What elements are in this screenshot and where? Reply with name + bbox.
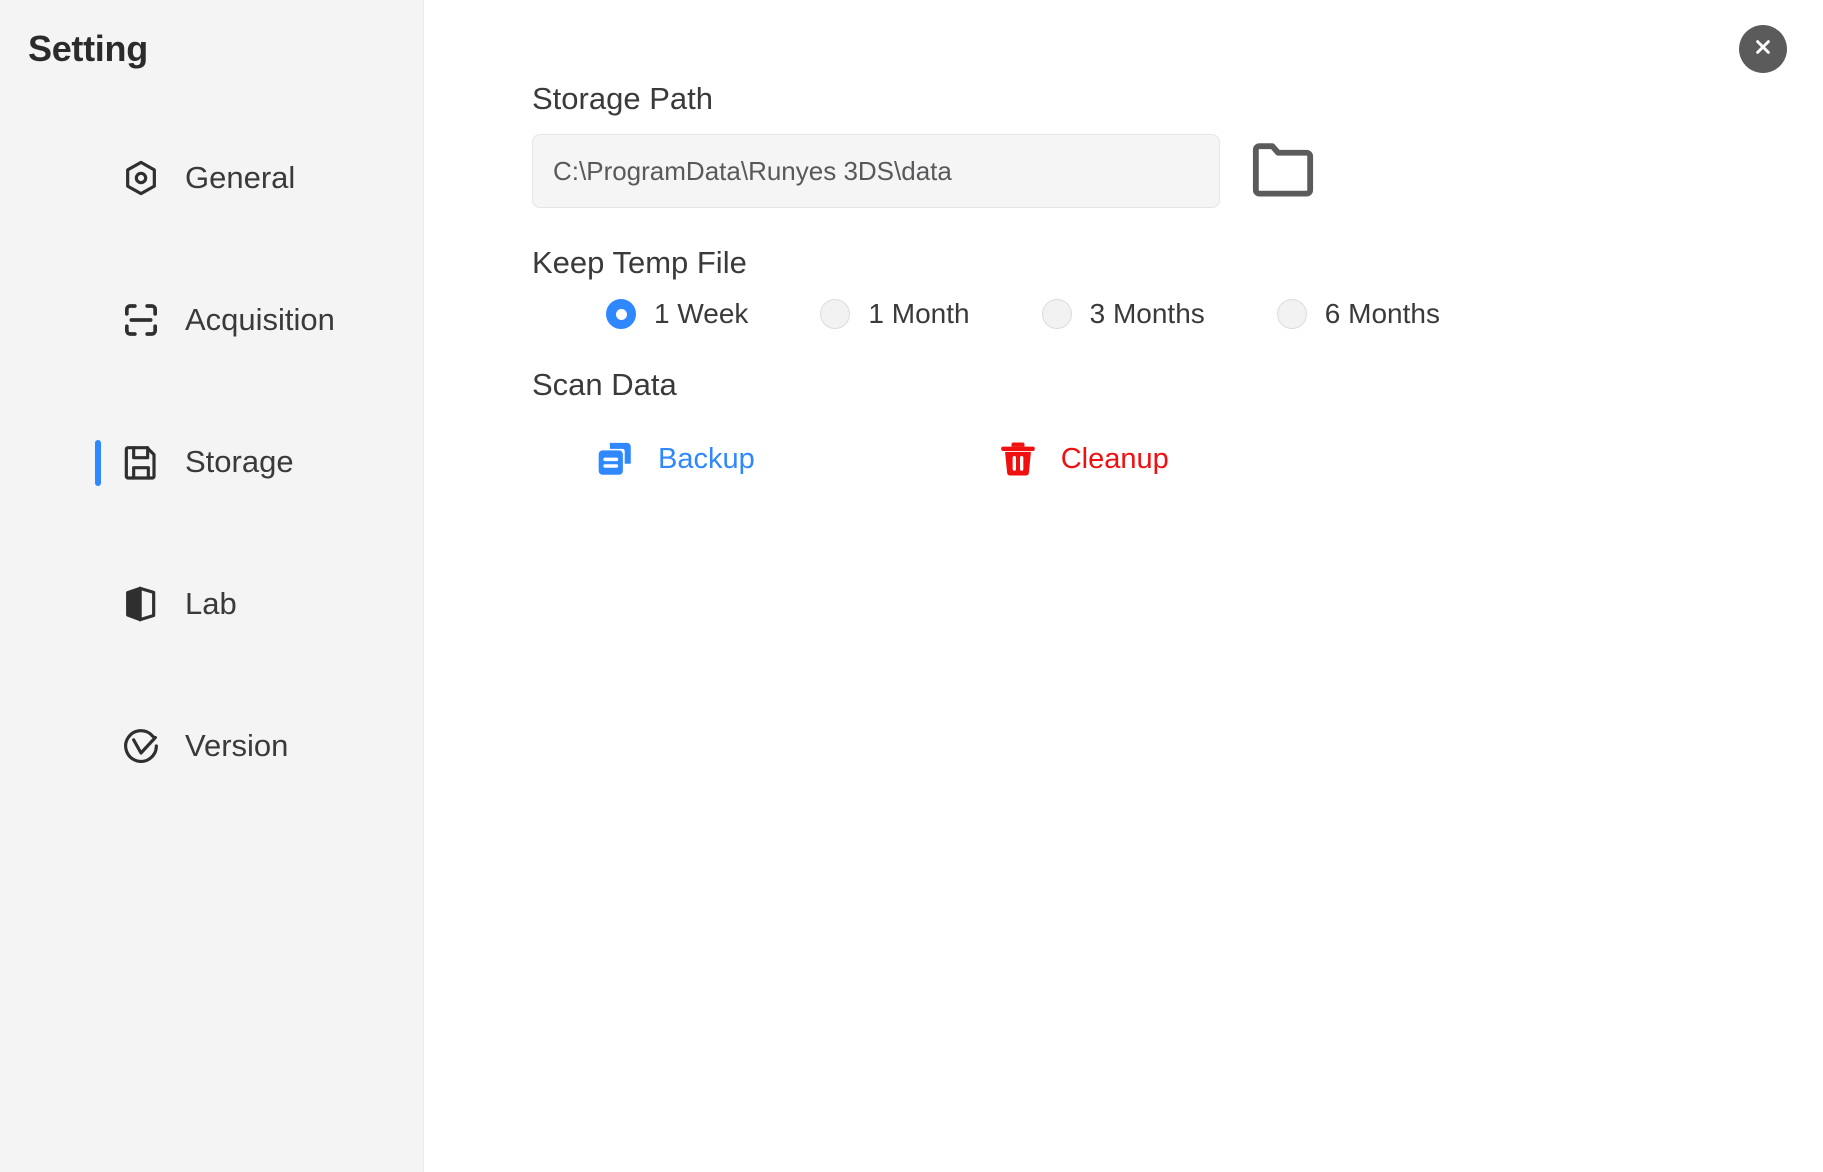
- radio-indicator-icon: [820, 299, 851, 330]
- settings-dialog: Setting General Acquisition Storage Lab …: [0, 0, 1823, 1172]
- radio-label: 1 Month: [868, 298, 970, 330]
- close-icon: [1751, 35, 1775, 64]
- hexagon-gear-icon: [119, 156, 163, 200]
- radio-label: 1 Week: [654, 298, 749, 330]
- radio-indicator-icon: [1276, 299, 1307, 330]
- cleanup-button[interactable]: Cleanup: [995, 436, 1169, 482]
- sidebar-item-storage[interactable]: Storage: [0, 432, 423, 492]
- sidebar: Setting General Acquisition Storage Lab …: [0, 0, 424, 1172]
- copy-duplicate-icon: [592, 436, 638, 482]
- radio-3-months[interactable]: 3 Months: [1041, 298, 1205, 330]
- keep-temp-file-label: Keep Temp File: [532, 245, 747, 281]
- page-title: Setting: [28, 28, 148, 69]
- radio-6-months[interactable]: 6 Months: [1276, 298, 1440, 330]
- sidebar-item-lab[interactable]: Lab: [0, 574, 423, 634]
- sidebar-item-label: Storage: [185, 444, 294, 479]
- sidebar-item-label: General: [185, 160, 296, 195]
- sidebar-item-label: Lab: [185, 586, 237, 621]
- backup-label: Backup: [658, 442, 755, 475]
- settings-content: Storage Path C:\ProgramData\Runyes 3DS\d…: [532, 81, 1712, 482]
- storage-path-label: Storage Path: [532, 81, 713, 116]
- browse-folder-button[interactable]: [1250, 134, 1334, 208]
- floppy-disk-icon: [119, 440, 163, 484]
- scan-data-actions: Backup Cleanup: [532, 436, 1712, 482]
- sidebar-item-label: Acquisition: [185, 302, 335, 337]
- cube-box-icon: [119, 582, 163, 626]
- storage-path-input[interactable]: C:\ProgramData\Runyes 3DS\data: [532, 134, 1220, 209]
- folder-icon: [1250, 141, 1316, 202]
- main-panel: Storage Path C:\ProgramData\Runyes 3DS\d…: [424, 0, 1823, 1172]
- radio-1-month[interactable]: 1 Month: [820, 298, 970, 330]
- keep-temp-file-radio-group: 1 Week 1 Month 3 Months 6 Months: [532, 298, 1712, 330]
- radio-indicator-icon: [606, 299, 636, 330]
- radio-1-week[interactable]: 1 Week: [606, 298, 748, 330]
- close-button[interactable]: [1739, 25, 1787, 73]
- sidebar-item-acquisition[interactable]: Acquisition: [0, 290, 423, 350]
- radio-label: 3 Months: [1089, 298, 1205, 330]
- sidebar-item-label: Version: [185, 728, 289, 763]
- trash-icon: [995, 436, 1041, 482]
- sidebar-nav: General Acquisition Storage Lab Version: [0, 148, 423, 858]
- backup-button[interactable]: Backup: [592, 436, 755, 482]
- sidebar-item-general[interactable]: General: [0, 148, 423, 208]
- radio-label: 6 Months: [1324, 298, 1440, 330]
- cleanup-label: Cleanup: [1060, 442, 1169, 475]
- active-indicator: [95, 440, 101, 486]
- circle-v-check-icon: [119, 724, 163, 768]
- sidebar-item-version[interactable]: Version: [0, 716, 423, 776]
- scan-data-label: Scan Data: [532, 367, 677, 403]
- storage-path-row: C:\ProgramData\Runyes 3DS\data: [532, 134, 1712, 209]
- radio-indicator-icon: [1041, 299, 1072, 330]
- scan-frame-icon: [119, 298, 163, 342]
